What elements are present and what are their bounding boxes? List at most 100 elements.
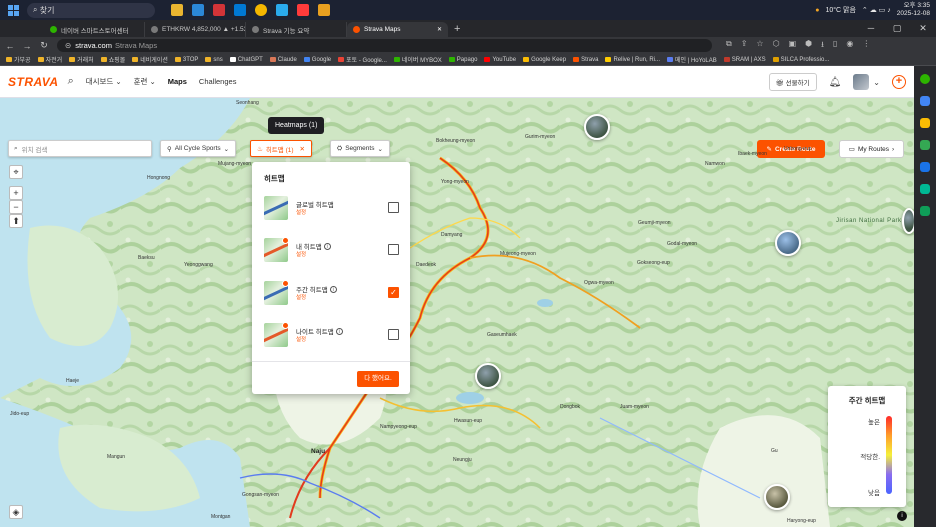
my-routes-button[interactable]: ▭ My Routes › — [839, 140, 904, 158]
bookmark-item[interactable]: ChatGPT — [229, 57, 263, 63]
app-icon[interactable] — [920, 184, 930, 194]
strava-logo[interactable]: STRAVA — [8, 75, 59, 89]
sport-filter-dropdown[interactable]: ⚲ All Cycle Sports ⌄ — [160, 140, 237, 157]
heatmap-settings-link[interactable]: 설정 — [296, 208, 306, 216]
extension-icon[interactable]: ▣ — [789, 39, 797, 53]
windows-start-icon[interactable] — [8, 4, 19, 16]
bookmark-item[interactable]: Claude — [269, 57, 297, 63]
search-icon[interactable]: ⌕ — [68, 75, 74, 88]
map-photo-marker[interactable] — [475, 363, 501, 389]
heatmap-option[interactable]: 글로벌 히트맵 설정 — [264, 196, 400, 222]
bookmark-item[interactable]: 가부공 — [6, 55, 31, 64]
app-icon[interactable] — [920, 206, 930, 216]
app-icon[interactable] — [920, 140, 930, 150]
heatmap-option[interactable]: 내 히트맵 i 설정 — [264, 237, 400, 264]
reload-icon[interactable]: ↻ — [37, 40, 51, 51]
install-icon[interactable]: ⧉ — [726, 39, 732, 53]
nav-challenges[interactable]: Challenges — [199, 77, 237, 86]
heatmap-filter-chip[interactable]: ♨︎ 히트맵 (1) ✕ — [250, 140, 312, 157]
edge-icon[interactable] — [234, 4, 246, 16]
map-photo-marker[interactable] — [902, 208, 914, 234]
avatar[interactable] — [853, 74, 870, 90]
bookmark-item[interactable]: sns — [205, 57, 223, 63]
close-icon[interactable]: ✕ — [300, 145, 305, 153]
bookmark-star-icon[interactable]: ☆ — [756, 39, 763, 53]
heatmap-checkbox[interactable] — [388, 244, 399, 255]
browser-tab[interactable]: ETHKRW 4,852,000 ▲ +1.53% — [145, 22, 246, 37]
info-icon[interactable]: i — [329, 285, 337, 293]
nav-dashboard[interactable]: 대시보드 ⌄ — [86, 76, 122, 87]
nav-maps[interactable]: Maps — [168, 77, 187, 86]
browser-tab[interactable]: 네이버 스마트스토어센터 — [44, 22, 145, 37]
browser-tab[interactable]: Strava 기능 요약 — [246, 22, 347, 37]
info-icon[interactable]: i — [897, 511, 907, 521]
back-icon[interactable]: ← — [3, 41, 17, 51]
site-info-icon[interactable]: ⊝ — [65, 41, 71, 50]
maximize-icon[interactable]: ▢ — [884, 20, 910, 37]
heatmap-checkbox[interactable] — [388, 202, 399, 213]
heatmap-checkbox[interactable] — [388, 329, 399, 340]
heatmap-settings-link[interactable]: 설정 — [296, 250, 306, 258]
map-photo-marker[interactable] — [764, 484, 790, 510]
heatmap-option[interactable]: 나이트 히트맵 i 설정 — [264, 322, 400, 349]
forward-icon[interactable]: → — [20, 41, 34, 51]
share-icon[interactable]: ⇪ — [741, 39, 748, 53]
segments-filter-dropdown[interactable]: ⛭ Segments ⌄ — [330, 140, 390, 157]
heatmap-option[interactable]: 주간 히트맵 i 설정 ✓ — [264, 280, 400, 307]
new-tab-icon[interactable]: + — [454, 22, 460, 37]
bookmark-item[interactable]: Papago — [448, 57, 477, 63]
url-field[interactable]: ⊝ strava.com Strava Maps — [57, 39, 712, 52]
bookmark-item[interactable]: Relive | Run, Ri... — [605, 57, 660, 63]
bookmark-item[interactable]: 네비게이션 — [132, 55, 168, 64]
map-photo-marker[interactable] — [584, 114, 610, 140]
bookmark-item[interactable]: 거래처 — [69, 55, 94, 64]
upload-plus-button[interactable]: + — [892, 75, 906, 89]
bookmark-item[interactable]: 쇼핑몰 — [100, 55, 125, 64]
browser-tab[interactable]: Strava Maps ✕ — [347, 22, 448, 37]
gift-button[interactable]: 🎁︎ 선물하기 — [768, 73, 817, 91]
close-tab-icon[interactable]: ✕ — [437, 26, 442, 33]
bookmark-item[interactable]: Google Keep — [523, 57, 566, 63]
zoom-in-icon[interactable]: + — [9, 186, 23, 200]
bookmark-item[interactable]: 메인 | HoYoLAB — [667, 55, 717, 64]
bookmark-item[interactable]: Google — [303, 57, 331, 63]
bookmark-item[interactable]: SRAM | AXS — [723, 57, 766, 63]
bookmark-item[interactable]: 3TOP — [174, 57, 198, 63]
bookmark-item[interactable]: YouTube — [484, 57, 516, 63]
map-canvas[interactable]: Heatmaps (1) ⌕ 위치 검색 ⚲ All Cycle Sports … — [0, 98, 914, 527]
naver-icon[interactable] — [920, 74, 930, 84]
app-icon[interactable] — [213, 4, 225, 16]
download-icon[interactable]: ⭳ — [821, 39, 824, 53]
app-icon[interactable] — [920, 162, 930, 172]
taskbar-search[interactable]: ⌕ 찾기 — [27, 2, 155, 18]
tray-icons[interactable]: ⌃ ☁ ▭ ♪ — [862, 6, 891, 14]
map-photo-marker[interactable] — [775, 230, 801, 256]
notifications-bell-icon[interactable]: 🔔︎ — [829, 77, 842, 88]
explorer-icon[interactable] — [171, 4, 183, 16]
app-icon[interactable] — [192, 4, 204, 16]
heatmap-settings-link[interactable]: 설정 — [296, 293, 306, 301]
done-button[interactable]: 다 했어요. — [357, 371, 399, 387]
profile-icon[interactable]: ◉ — [846, 39, 853, 53]
minimize-icon[interactable]: ─ — [858, 20, 884, 37]
location-search-input[interactable]: ⌕ 위치 검색 — [8, 140, 152, 157]
bookmark-item[interactable]: 자전거 — [37, 55, 62, 64]
bookmark-item[interactable]: Strava — [573, 57, 598, 63]
app-icon[interactable] — [920, 96, 930, 106]
sidebar-icon[interactable]: ▯ — [833, 39, 837, 53]
clock[interactable]: 오후 3:35 2025-12-08 — [897, 2, 930, 18]
locate-me-icon[interactable]: ⌖ — [9, 165, 23, 179]
youtube-icon[interactable] — [297, 4, 309, 16]
chrome-icon[interactable] — [255, 4, 267, 16]
telegram-icon[interactable] — [276, 4, 288, 16]
heatmap-settings-link[interactable]: 설정 — [296, 335, 306, 343]
layers-icon[interactable]: ◈ — [9, 505, 23, 519]
info-icon[interactable]: i — [323, 242, 331, 250]
menu-icon[interactable]: ⋮ — [862, 39, 870, 53]
chevron-down-icon[interactable]: ⌄ — [873, 78, 880, 87]
compass-icon[interactable]: ⬆ — [9, 214, 23, 228]
heatmap-checkbox[interactable]: ✓ — [388, 287, 399, 298]
app-icon[interactable] — [920, 118, 930, 128]
close-icon[interactable]: ✕ — [910, 20, 936, 37]
bookmark-item[interactable]: SILCA Professio... — [772, 57, 829, 63]
